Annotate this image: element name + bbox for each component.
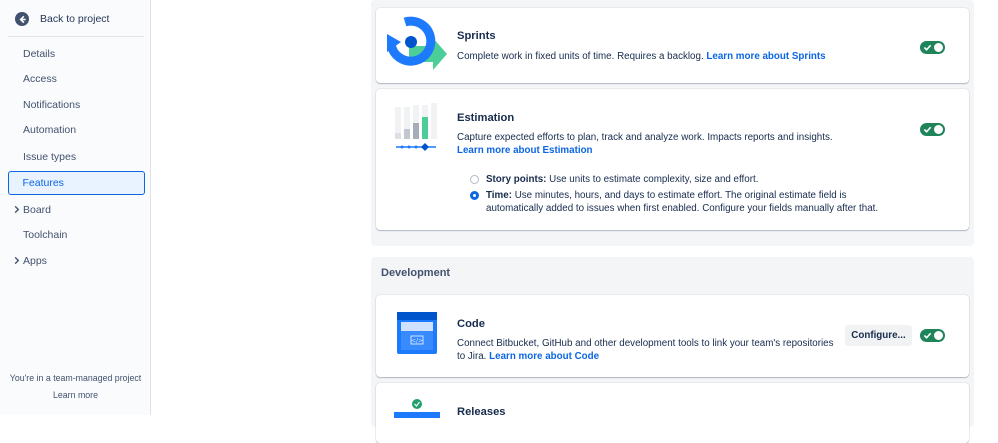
sidebar-item-notifications[interactable]: Notifications — [8, 93, 145, 117]
story-points-label: Story points: — [486, 174, 547, 185]
sprints-illustration — [387, 16, 447, 70]
sidebar-item-label: Features — [22, 177, 64, 189]
check-icon — [923, 44, 932, 51]
development-heading: Development — [381, 267, 451, 279]
estimation-option-story-points[interactable]: Story points: Use units to estimate comp… — [470, 173, 920, 186]
sidebar-item-access[interactable]: Access — [8, 67, 145, 91]
estimation-illustration — [395, 103, 437, 151]
sprints-title: Sprints — [457, 30, 496, 42]
chevron-right-icon — [14, 256, 20, 265]
sprints-description: Complete work in fixed units of time. Re… — [457, 50, 826, 63]
sprints-toggle[interactable] — [920, 41, 945, 54]
configure-code-button[interactable]: Configure... — [845, 325, 912, 346]
estimation-description: Capture expected efforts to plan, track … — [457, 132, 833, 143]
learn-more-link[interactable]: Learn more — [0, 390, 151, 400]
code-description: Connect Bitbucket, GitHub and other deve… — [457, 337, 835, 363]
sidebar-item-issue-types[interactable]: Issue types — [8, 145, 145, 169]
sidebar-item-toolchain[interactable]: Toolchain — [8, 223, 145, 247]
chevron-right-icon — [14, 205, 20, 214]
sidebar-item-apps[interactable]: Apps — [8, 249, 145, 273]
toggle-knob — [934, 331, 943, 340]
estimation-toggle[interactable] — [920, 123, 945, 136]
team-managed-note: You're in a team-managed project — [9, 373, 142, 383]
back-to-project-label: Back to project — [40, 13, 110, 25]
story-points-text: Story points: Use units to estimate comp… — [486, 173, 758, 186]
time-text: Time: Use minutes, hours, and days to es… — [486, 189, 900, 215]
sidebar-item-label: Toolchain — [23, 229, 68, 241]
learn-more-estimation-link[interactable]: Learn more about Estimation — [457, 145, 593, 156]
code-toggle[interactable] — [920, 329, 945, 342]
toggle-knob — [934, 125, 943, 134]
project-settings-sidebar: Back to project Details Access Notificat… — [0, 0, 151, 415]
time-description: Use minutes, hours, and days to estimate… — [486, 190, 879, 214]
estimation-feature-card: Estimation Capture expected efforts to p… — [376, 89, 969, 230]
sidebar-item-label: Details — [23, 48, 56, 60]
time-label: Time: — [486, 190, 512, 201]
sidebar-item-label: Access — [23, 73, 57, 85]
learn-more-sprints-link[interactable]: Learn more about Sprints — [706, 51, 825, 62]
time-radio[interactable] — [470, 191, 479, 200]
code-illustration: </> — [397, 312, 437, 354]
learn-more-estimation-link-row: Learn more about Estimation — [457, 144, 593, 157]
releases-title: Releases — [457, 406, 506, 418]
sidebar-item-label: Automation — [23, 124, 77, 136]
sidebar-item-features[interactable]: Features — [8, 171, 145, 195]
learn-more-code-link[interactable]: Learn more about Code — [489, 351, 599, 362]
check-icon — [923, 332, 932, 339]
sidebar-item-details[interactable]: Details — [8, 42, 145, 66]
sprints-description-text: Complete work in fixed units of time. Re… — [457, 51, 704, 62]
arrow-left-circle-icon — [15, 12, 29, 26]
back-to-project-link[interactable]: Back to project — [15, 11, 109, 27]
code-title: Code — [457, 318, 485, 330]
sprints-feature-card: Sprints Complete work in fixed units of … — [376, 8, 969, 83]
releases-feature-card: Releases — [376, 383, 969, 443]
sidebar-item-label: Notifications — [23, 99, 81, 111]
estimation-option-time[interactable]: Time: Use minutes, hours, and days to es… — [470, 189, 900, 215]
sidebar-item-board[interactable]: Board — [8, 198, 145, 222]
story-points-description: Use units to estimate complexity, size a… — [549, 174, 759, 185]
toggle-knob — [934, 43, 943, 52]
code-feature-card: </> Code Connect Bitbucket, GitHub and o… — [376, 295, 969, 377]
estimation-title: Estimation — [457, 112, 515, 124]
check-icon — [923, 126, 932, 133]
svg-text:</>: </> — [411, 338, 423, 345]
sidebar-item-label: Apps — [23, 255, 47, 267]
sidebar-item-label: Board — [23, 204, 52, 216]
sidebar-divider — [8, 36, 144, 37]
story-points-radio[interactable] — [470, 175, 479, 184]
sidebar-item-label: Issue types — [23, 151, 77, 163]
sidebar-item-automation[interactable]: Automation — [8, 118, 145, 142]
releases-illustration — [394, 399, 440, 418]
